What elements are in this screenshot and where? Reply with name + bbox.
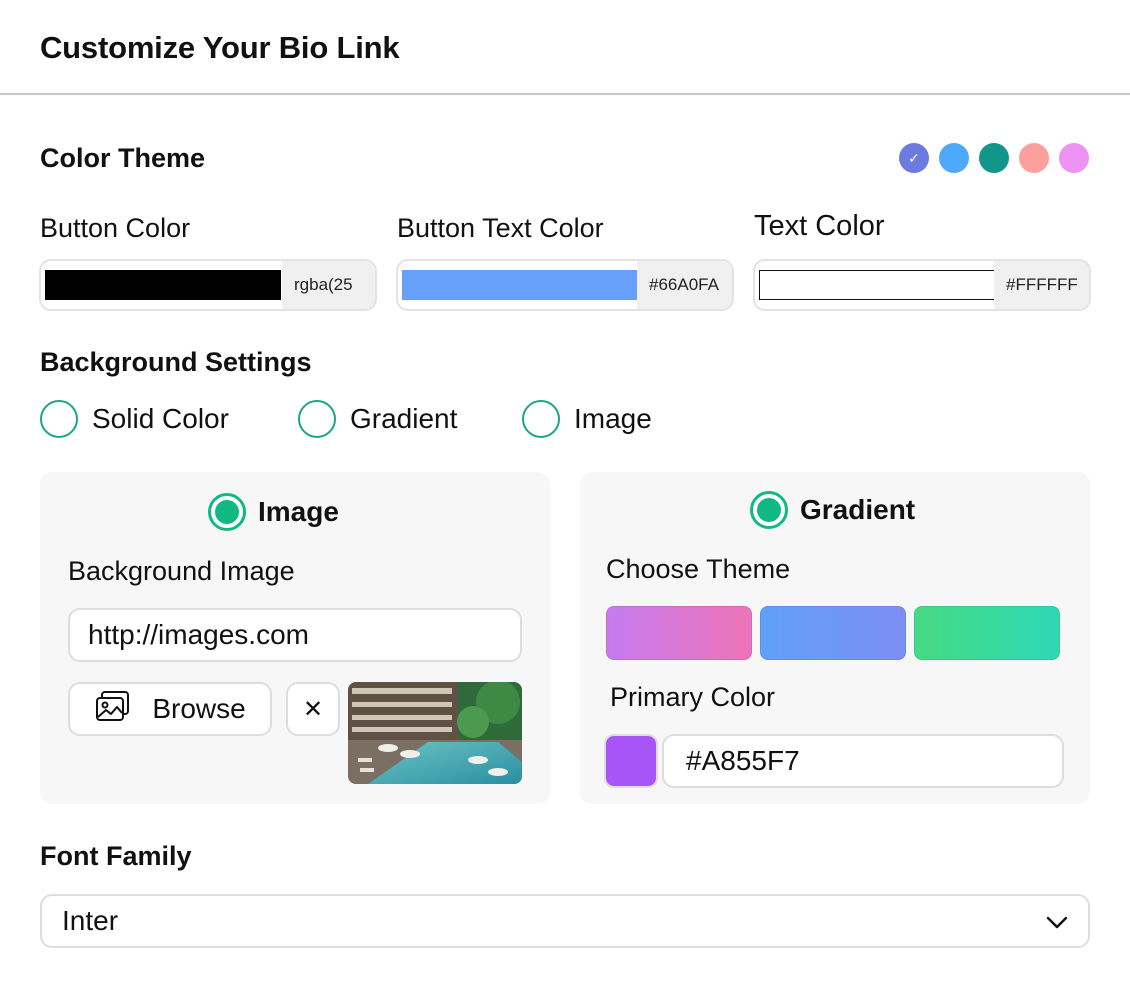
images-icon	[94, 689, 132, 730]
radio-gradient[interactable]: Gradient	[298, 400, 457, 438]
image-heading-label: Image	[258, 496, 339, 527]
font-family-title: Font Family	[40, 841, 192, 871]
radio-circle	[40, 400, 78, 438]
radio-circle	[522, 400, 560, 438]
primary-color-input[interactable]: #A855F7	[662, 734, 1064, 788]
theme-swatches: ✓	[899, 143, 1089, 173]
gradient-heading-label: Gradient	[800, 494, 916, 525]
background-image-thumbnail	[348, 682, 522, 784]
gradient-theme-pink[interactable]	[606, 606, 752, 660]
background-image-url-input[interactable]: http://images.com	[68, 608, 522, 662]
browse-label: Browse	[152, 693, 246, 724]
radio-selected	[750, 491, 788, 529]
font-family-select[interactable]: Inter	[40, 894, 1090, 948]
theme-swatch-indigo[interactable]: ✓	[899, 143, 929, 173]
button-text-color-label: Button Text Color	[397, 213, 604, 243]
radio-circle	[298, 400, 336, 438]
text-color-label: Text Color	[754, 210, 885, 242]
button-text-color-field[interactable]: #66A0FA	[396, 259, 734, 311]
gradient-card-heading[interactable]: Gradient	[750, 491, 915, 529]
radio-solid-color[interactable]: Solid Color	[40, 400, 229, 438]
button-color-field[interactable]: rgba(25	[39, 259, 377, 311]
button-text-color-value: #66A0FA	[637, 261, 732, 309]
theme-swatch-pink[interactable]	[1059, 143, 1089, 173]
button-color-label: Button Color	[40, 213, 191, 243]
page-title: Customize Your Bio Link	[40, 30, 400, 65]
radio-image[interactable]: Image	[522, 400, 652, 438]
close-icon: ✕	[302, 695, 324, 723]
radio-label: Solid Color	[92, 403, 229, 434]
browse-button[interactable]: Browse	[68, 682, 272, 736]
color-theme-title: Color Theme	[40, 143, 206, 173]
gradient-card: Gradient Choose Theme Primary Color #A85…	[580, 472, 1090, 804]
choose-theme-label: Choose Theme	[606, 554, 791, 584]
background-settings-title: Background Settings	[40, 347, 312, 377]
gradient-theme-green[interactable]	[914, 606, 1060, 660]
text-color-sample	[759, 270, 995, 300]
text-color-field[interactable]: #FFFFFF	[753, 259, 1091, 311]
theme-swatch-sky[interactable]	[939, 143, 969, 173]
primary-color-label: Primary Color	[610, 682, 776, 712]
radio-label: Gradient	[350, 403, 458, 434]
theme-swatch-teal[interactable]	[979, 143, 1009, 173]
image-card-heading[interactable]: Image	[208, 493, 339, 531]
check-icon: ✓	[908, 149, 920, 166]
button-color-value: rgba(25	[282, 261, 375, 309]
page-header: Customize Your Bio Link	[0, 0, 1130, 95]
radio-selected	[208, 493, 246, 531]
text-color-value: #FFFFFF	[994, 261, 1089, 309]
primary-color-swatch[interactable]	[604, 734, 658, 788]
clear-image-button[interactable]: ✕	[286, 682, 340, 736]
theme-swatch-salmon[interactable]	[1019, 143, 1049, 173]
button-color-sample	[45, 270, 281, 300]
button-text-color-sample	[402, 270, 638, 300]
chevron-down-icon	[1046, 905, 1068, 937]
background-image-label: Background Image	[68, 556, 295, 586]
font-family-value: Inter	[62, 905, 119, 936]
gradient-theme-blue[interactable]	[760, 606, 906, 660]
radio-label: Image	[574, 403, 652, 434]
image-card: Image Background Image http://images.com…	[40, 472, 550, 804]
